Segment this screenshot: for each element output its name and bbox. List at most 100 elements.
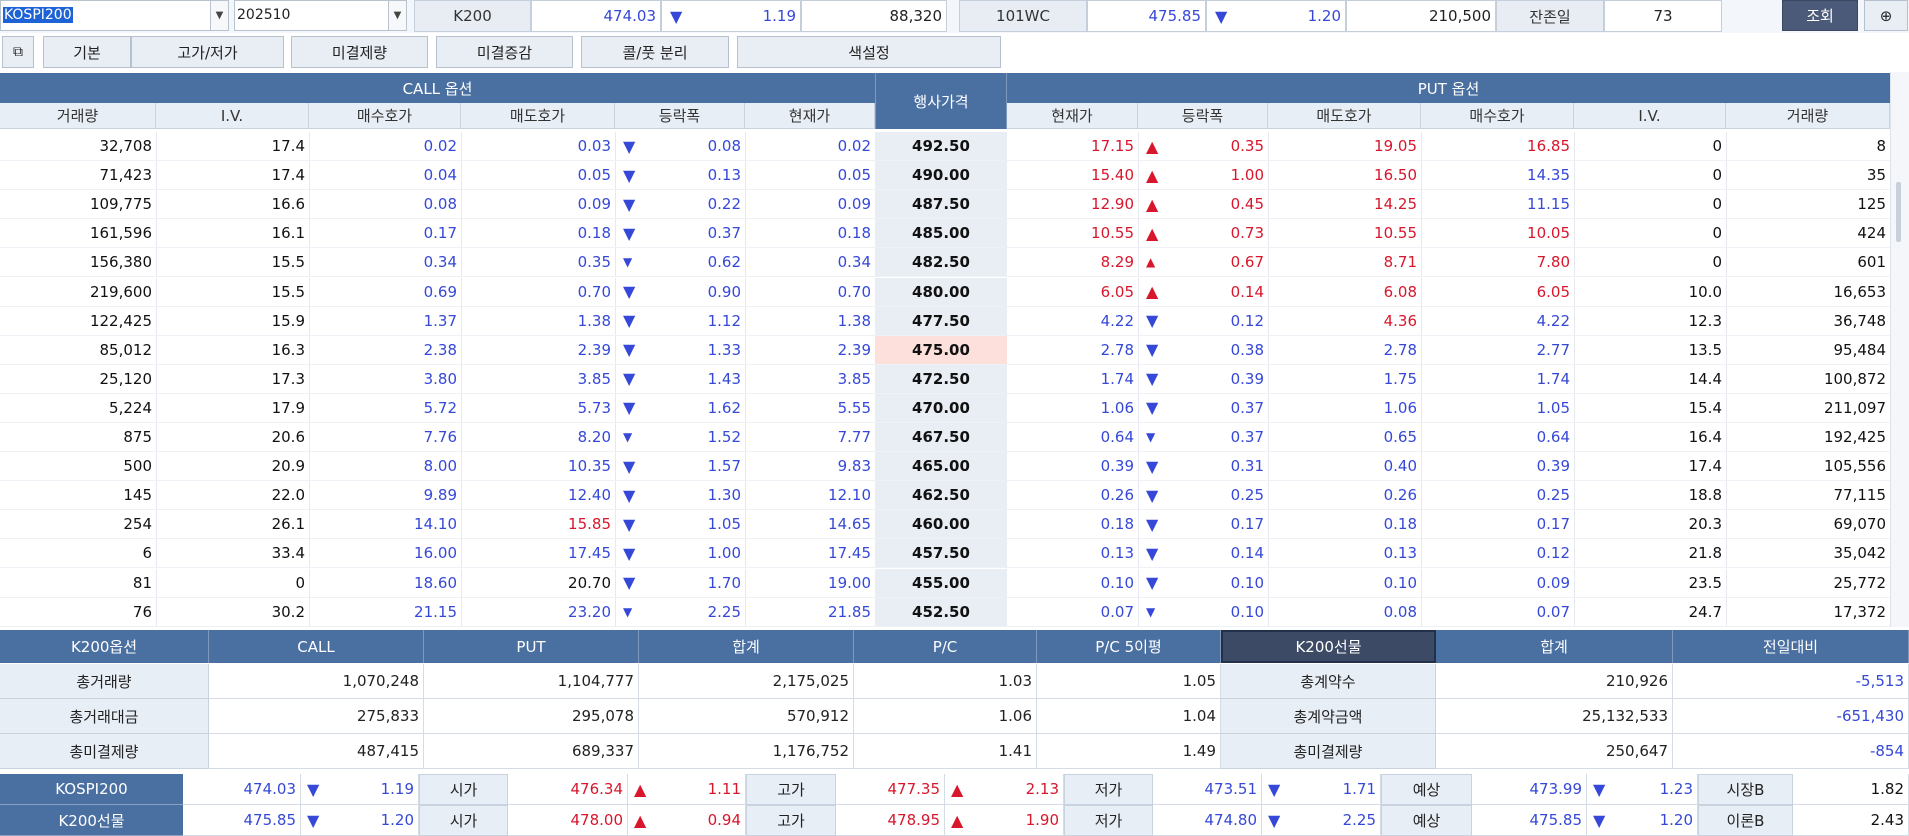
call-iv: 22.0: [271, 486, 305, 505]
ticker-expected-change-value: 1.23: [1659, 780, 1693, 798]
table-row[interactable]: 109,775 16.6 0.08 0.09 ▼ 0.22 0.09 487.50 12.90 ▲…: [0, 190, 1890, 220]
table-row[interactable]: 6 33.4 16.00 17.45 ▼ 1.00 17.45 457.50 0.13 ▼ 0.14…: [0, 539, 1890, 569]
pin-button[interactable]: ⊕: [1864, 0, 1908, 31]
strike-price[interactable]: 465.00: [875, 452, 1007, 481]
table-row[interactable]: 254 26.1 14.10 15.85 ▼ 1.05 14.65 460.00 0.18 ▼ 0.…: [0, 510, 1890, 540]
tab-high-low[interactable]: 고가/저가: [131, 36, 284, 68]
table-row[interactable]: 85,012 16.3 2.38 2.39 ▼ 1.33 2.39 475.00 2.78 ▼ 0.…: [0, 335, 1890, 365]
put-bid: 7.80: [1536, 253, 1570, 272]
tab-oi-change[interactable]: 미결증감: [436, 36, 573, 68]
column-divider: [156, 481, 157, 510]
strike-price[interactable]: 485.00: [875, 219, 1007, 248]
tab-open-interest[interactable]: 미결제량: [291, 36, 428, 68]
ticker-low-change-value: 1.71: [1342, 780, 1376, 798]
scrollbar-thumb[interactable]: [1896, 182, 1901, 242]
summary-futures-change: -651,430: [1673, 699, 1909, 734]
table-row[interactable]: 161,596 16.1 0.17 0.18 ▼ 0.37 0.18 485.00 10.55 ▲…: [0, 219, 1890, 249]
put-price: 1.06: [1100, 398, 1134, 417]
ticker-high-change-value: 2.13: [1025, 780, 1059, 798]
call-change-value: 0.90: [707, 282, 741, 301]
put-change: ▼ 0.37: [1138, 423, 1268, 451]
up-triangle-icon: ▲: [951, 810, 964, 830]
month-value[interactable]: 202510: [237, 7, 290, 23]
ticker-low: 474.80: [1153, 805, 1262, 836]
summary-row-label: 총미결제량: [0, 734, 209, 769]
strike-price[interactable]: 482.50: [875, 248, 1007, 277]
put-change-value: 0.17: [1230, 515, 1264, 534]
tab-basic[interactable]: 기본: [43, 36, 131, 68]
strike-price[interactable]: 460.00: [875, 510, 1007, 539]
strike-price[interactable]: 475.00: [875, 335, 1007, 364]
table-row[interactable]: 500 20.9 8.00 10.35 ▼ 1.57 9.83 465.00 0.39 ▼ 0.31…: [0, 452, 1890, 482]
month-combo[interactable]: 202510 ▼: [234, 0, 407, 31]
underlying-value[interactable]: KOSPI200: [3, 7, 73, 23]
table-row[interactable]: 875 20.6 7.76 8.20 ▼ 1.52 7.77 467.50 0.64 ▼ 0.37 0…: [0, 423, 1890, 452]
query-button[interactable]: 조회: [1782, 0, 1858, 31]
strike-price[interactable]: 487.50: [875, 190, 1007, 219]
table-row[interactable]: 71,423 17.4 0.04 0.05 ▼ 0.13 0.05 490.00 15.40 ▲ 1…: [0, 161, 1890, 191]
put-iv: 24.7: [1688, 602, 1722, 621]
column-divider: [156, 161, 157, 190]
down-triangle-icon: ▼: [1593, 779, 1606, 799]
copy-button[interactable]: ⧉: [2, 36, 34, 68]
column-divider: [309, 568, 310, 597]
column-divider: [1268, 190, 1269, 219]
put-ask: 0.40: [1383, 457, 1417, 476]
underlying-combo[interactable]: KOSPI200 ▼: [0, 0, 229, 31]
call-change: ▼ 1.70: [615, 569, 745, 597]
ticker-high: 477.35: [836, 774, 945, 805]
column-divider: [156, 423, 157, 451]
table-row[interactable]: 122,425 15.9 1.37 1.38 ▼ 1.12 1.38 477.50 4.22 ▼ 0…: [0, 306, 1890, 336]
call-volume: 5,224: [109, 398, 152, 417]
table-row[interactable]: 81 0 18.60 20.70 ▼ 1.70 19.00 455.00 0.10 ▼ 0.10 0.…: [0, 568, 1890, 598]
table-row[interactable]: 156,380 15.5 0.34 0.35 ▼ 0.62 0.34 482.50 8.29 ▲ 0…: [0, 248, 1890, 278]
column-divider: [156, 597, 157, 626]
tab-call-put-split[interactable]: 콜/풋 분리: [581, 36, 729, 68]
column-divider: [1421, 597, 1422, 626]
strike-price[interactable]: 455.00: [875, 568, 1007, 597]
strike-price[interactable]: 470.00: [875, 393, 1007, 422]
down-triangle-icon: ▼: [623, 255, 633, 270]
k200-change: ▼ 1.19: [661, 0, 801, 32]
chevron-down-icon[interactable]: ▼: [210, 1, 228, 30]
strike-price[interactable]: 462.50: [875, 481, 1007, 510]
tab-color-settings[interactable]: 색설정: [737, 36, 1001, 68]
call-bid: 7.76: [423, 428, 457, 446]
column-divider: [615, 568, 616, 597]
call-price: 0.70: [837, 282, 871, 301]
table-row[interactable]: 219,600 15.5 0.69 0.70 ▼ 0.90 0.70 480.00 6.05 ▲ 0…: [0, 277, 1890, 307]
strike-price[interactable]: 480.00: [875, 277, 1007, 306]
table-row[interactable]: 76 30.2 21.15 23.20 ▼ 2.25 21.85 452.50 0.07 ▼ 0.1…: [0, 597, 1890, 627]
strike-price[interactable]: 490.00: [875, 161, 1007, 190]
ticker-change: ▼ 1.20: [301, 805, 419, 836]
table-row[interactable]: 25,120 17.3 3.80 3.85 ▼ 1.43 3.85 472.50 1.74 ▼ 0.…: [0, 364, 1890, 394]
strike-price[interactable]: 492.50: [875, 132, 1007, 160]
column-divider: [615, 161, 616, 190]
put-change: ▲ 0.14: [1138, 278, 1268, 306]
grid-scrollbar[interactable]: [1890, 72, 1909, 627]
call-change: ▼ 2.25: [615, 598, 745, 626]
table-row[interactable]: 5,224 17.9 5.72 5.73 ▼ 1.62 5.55 470.00 1.06 ▼ 0.3…: [0, 393, 1890, 423]
summary-header-k200-futures[interactable]: K200선물: [1221, 630, 1436, 663]
strike-price[interactable]: 477.50: [875, 306, 1007, 335]
call-change: ▼ 1.43: [615, 365, 745, 393]
table-row[interactable]: 32,708 17.4 0.02 0.03 ▼ 0.08 0.02 492.50 17.15 ▲ 0…: [0, 132, 1890, 161]
call-bid: 8.00: [423, 457, 457, 476]
down-triangle-icon: ▼: [1146, 485, 1159, 505]
ticker-open-label: 시가: [419, 805, 508, 836]
column-divider: [745, 277, 746, 306]
strike-price[interactable]: 452.50: [875, 597, 1007, 626]
column-divider: [745, 452, 746, 481]
chevron-down-icon[interactable]: ▼: [388, 1, 406, 30]
strike-price[interactable]: 472.50: [875, 364, 1007, 393]
table-row[interactable]: 145 22.0 9.89 12.40 ▼ 1.30 12.10 462.50 0.26 ▼ 0.2…: [0, 481, 1890, 511]
down-triangle-icon: ▼: [623, 573, 636, 592]
strike-price[interactable]: 467.50: [875, 423, 1007, 451]
call-change-value: 1.12: [707, 311, 741, 330]
put-change: ▲ 0.73: [1138, 219, 1268, 247]
call-iv: 0: [295, 573, 305, 592]
column-divider: [1138, 510, 1139, 539]
column-divider: [1574, 248, 1575, 277]
call-price: 17.45: [828, 544, 871, 563]
strike-price[interactable]: 457.50: [875, 539, 1007, 568]
